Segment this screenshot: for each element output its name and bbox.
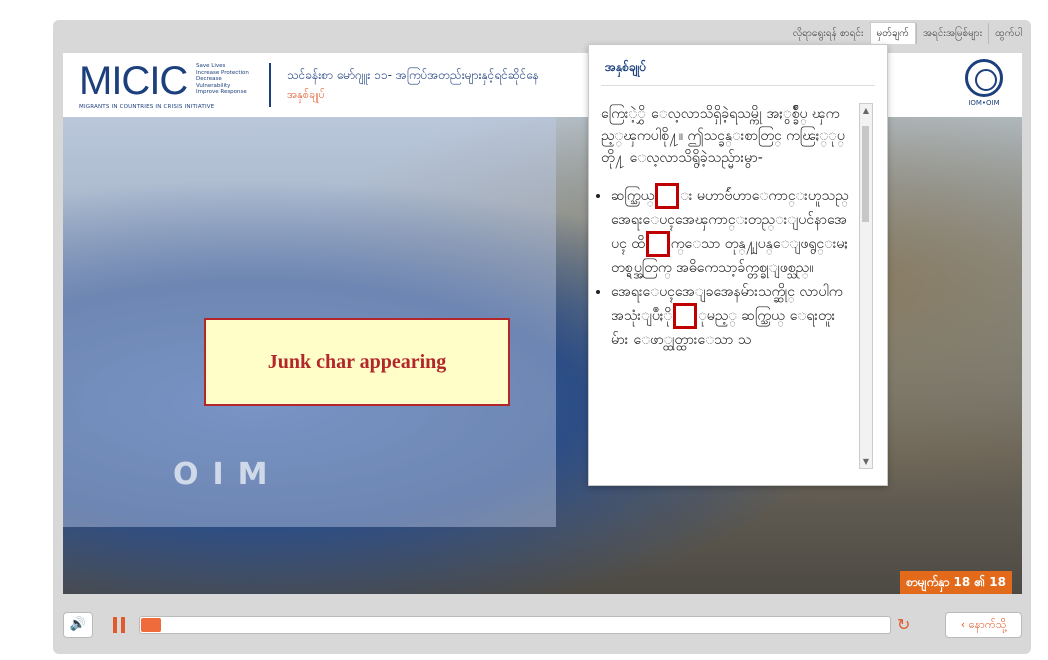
popup-title: အနှစ်ချုပ် bbox=[605, 60, 647, 74]
micic-logo: MICIC Save Lives Increase Protection Dec… bbox=[79, 59, 249, 110]
notes-popup: အနှစ်ချုပ် ကြေးဲ့ွှိ ေလ့လာသိရှိခဲ့ရသမ္ကိ… bbox=[588, 44, 888, 486]
junk-highlight bbox=[645, 231, 670, 257]
list-item: အေရးေပၚအေျခအေနမ်ားသက္ဆိုင္ လာပါက အသုံးျပ… bbox=[611, 281, 851, 351]
shirt-text-oim: OIM bbox=[173, 457, 282, 492]
popup-body: ကြေးဲ့ွှိ ေလ့လာသိရှိခဲ့ရသမ္ကို အႏွစ္ခ်ဳပ… bbox=[601, 103, 851, 353]
iom-logo: IOM•OIM bbox=[960, 59, 1008, 107]
progress-fill bbox=[141, 618, 161, 632]
player-controls: 🔊 ↻ ‹ နောက်သို့ bbox=[63, 609, 1022, 641]
tab-exit[interactable]: ထွက်ပါ bbox=[988, 22, 1028, 44]
progress-bar[interactable] bbox=[139, 616, 891, 634]
header-divider bbox=[269, 63, 271, 107]
tab-resources[interactable]: အရင်းအမြစ်များ bbox=[915, 22, 988, 44]
popup-list: ဆက္သြယ္း မဟာဗ်ဴဟာေကာင္းဟူသည္ အေရးေပၚအေၾက… bbox=[601, 183, 851, 351]
scroll-up-icon[interactable]: ▲ bbox=[861, 106, 871, 115]
pause-button[interactable] bbox=[113, 617, 125, 633]
list-item: ဆက္သြယ္း မဟာဗ်ဴဟာေကာင္းဟူသည္ အေရးေပၚအေၾက… bbox=[611, 183, 851, 279]
back-button[interactable]: ‹ နောက်သို့ bbox=[945, 612, 1022, 638]
tab-notes[interactable]: မှတ်ချက် bbox=[869, 22, 916, 44]
annotation-callout: Junk char appearing bbox=[204, 318, 510, 406]
iom-label: IOM•OIM bbox=[968, 99, 1000, 107]
popup-scrollbar[interactable]: ▲ ▼ bbox=[859, 103, 873, 469]
speaker-icon: 🔊 bbox=[69, 617, 87, 632]
popup-intro: ကြေးဲ့ွှိ ေလ့လာသိရှိခဲ့ရသမ္ကို အႏွစ္ခ်ဳပ… bbox=[601, 106, 845, 166]
course-title: သင်ခန်းစာ မော်ဂျူး ၁၁- အကြပ်အတည်းများနှင… bbox=[287, 67, 539, 104]
popup-divider bbox=[601, 85, 875, 86]
bullet1-part-a: ဆက္သြယ္ bbox=[611, 188, 655, 204]
top-navigation: လိုရာရွေးရန် စာရင်း မှတ်ချက် အရင်းအမြစ်မ… bbox=[787, 22, 1028, 44]
logo-wordmark: MICIC bbox=[79, 59, 188, 103]
logo-tag: Save Lives Increase Protection Decrease … bbox=[196, 63, 249, 95]
logo-tagline: MIGRANTS IN COUNTRIES IN CRISIS INITIATI… bbox=[79, 104, 215, 110]
junk-highlight bbox=[655, 183, 680, 209]
globe-icon bbox=[965, 59, 1003, 97]
replay-icon[interactable]: ↻ bbox=[897, 615, 910, 634]
course-subtitle: အနှစ်ချုပ် bbox=[287, 88, 325, 101]
scroll-down-icon[interactable]: ▼ bbox=[861, 457, 871, 466]
page-counter: စာမျက်နှာ 18 ၏ 18 bbox=[900, 571, 1012, 594]
tab-menu[interactable]: လိုရာရွေးရန် စာရင်း bbox=[787, 23, 870, 44]
scroll-thumb[interactable] bbox=[862, 126, 869, 222]
volume-button[interactable]: 🔊 bbox=[63, 612, 93, 638]
junk-highlight bbox=[673, 303, 698, 329]
course-title-text: သင်ခန်းစာ မော်ဂျူး ၁၁- အကြပ်အတည်းများနှင… bbox=[287, 68, 539, 82]
